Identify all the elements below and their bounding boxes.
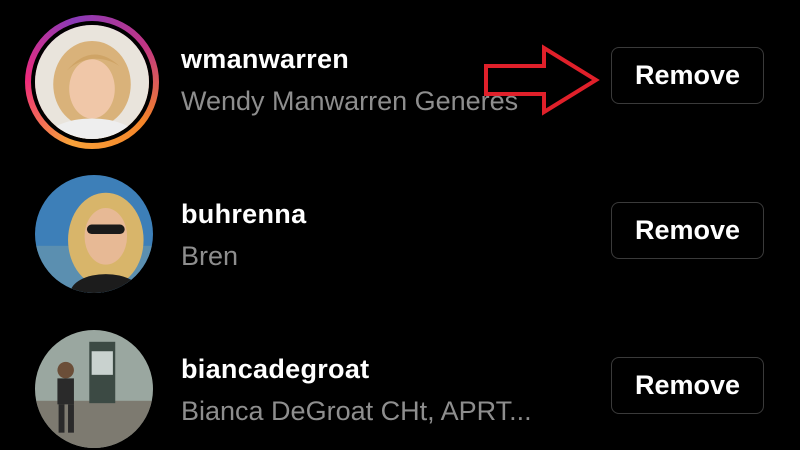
follower-row[interactable]: wmanwarren Wendy Manwarren Generes Remov… — [0, 0, 800, 150]
avatar-container — [35, 175, 153, 293]
followers-list: wmanwarren Wendy Manwarren Generes Remov… — [0, 0, 800, 450]
red-arrow-annotation — [484, 44, 600, 116]
username[interactable]: wmanwarren — [181, 44, 349, 75]
follower-row[interactable]: biancadegroat Bianca DeGroat CHt, APRT..… — [0, 310, 800, 450]
remove-button[interactable]: Remove — [611, 47, 764, 104]
profile-photo — [35, 175, 153, 293]
remove-button[interactable]: Remove — [611, 357, 764, 414]
story-ring[interactable] — [25, 15, 159, 149]
remove-button[interactable]: Remove — [611, 202, 764, 259]
follower-row[interactable]: buhrenna Bren Remove — [0, 155, 800, 305]
username[interactable]: buhrenna — [181, 199, 306, 230]
full-name: Bren — [181, 241, 239, 271]
avatar[interactable] — [35, 330, 153, 448]
username[interactable]: biancadegroat — [181, 354, 369, 385]
full-name: Bianca DeGroat CHt, APRT... — [181, 396, 532, 426]
full-name: Wendy Manwarren Generes — [181, 86, 519, 116]
avatar[interactable] — [31, 21, 153, 143]
profile-photo — [35, 25, 149, 139]
profile-photo — [35, 330, 153, 448]
avatar-container — [35, 330, 153, 448]
avatar[interactable] — [35, 175, 153, 293]
